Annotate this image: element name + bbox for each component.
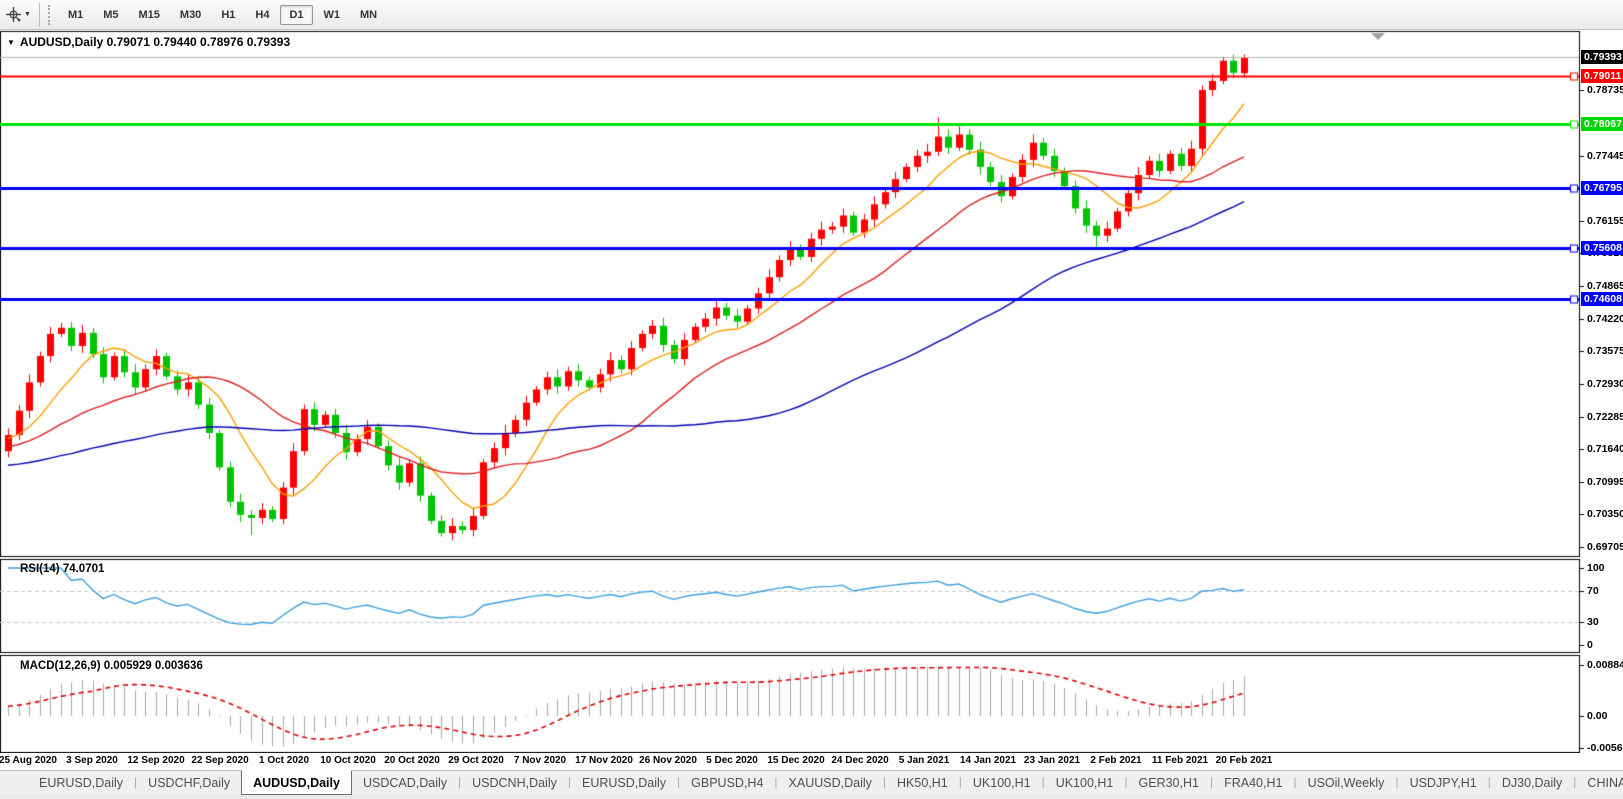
date-axis-label: 14 Jan 2021	[960, 755, 1016, 766]
rsi-axis-tick: 30	[1587, 615, 1599, 629]
crosshair-tool-icon[interactable]	[3, 5, 23, 25]
timeframe-button-m1[interactable]: M1	[59, 5, 92, 25]
chart-tab-fra40-h1[interactable]: FRA40,H1	[1213, 771, 1293, 795]
date-axis-label: 7 Nov 2020	[514, 755, 566, 766]
timeframe-button-m30[interactable]: M30	[171, 5, 210, 25]
chart-collapse-icon[interactable]: ▼	[7, 38, 15, 47]
date-axis: 25 Aug 2020 3 Sep 2020 12 Sep 2020 22 Sep 2…	[0, 753, 1623, 770]
chart-tab-audusd-daily[interactable]: AUDUSD,Daily	[241, 770, 352, 795]
date-axis-label: 10 Oct 2020	[320, 755, 376, 766]
rsi-axis-tick: 100	[1587, 561, 1605, 575]
date-axis-label: 5 Dec 2020	[706, 755, 758, 766]
chart-tab-usdchf-daily[interactable]: USDCHF,Daily	[137, 771, 241, 795]
timeframe-button-h4[interactable]: H4	[246, 5, 278, 25]
date-axis-label: 26 Nov 2020	[639, 755, 697, 766]
price-axis-tick: 0.74220	[1587, 312, 1623, 326]
price-axis-tick: 0.72285	[1587, 410, 1623, 424]
chart-tab-uk100-h1[interactable]: UK100,H1	[1045, 771, 1125, 795]
timeframe-button-m5[interactable]: M5	[94, 5, 127, 25]
macd-label: MACD(12,26,9) 0.005929 0.003636	[20, 660, 203, 672]
timeframe-button-m15[interactable]: M15	[130, 5, 169, 25]
price-axis-tick: 0.76155	[1587, 214, 1623, 228]
timeframe-button-w1[interactable]: W1	[315, 5, 350, 25]
price-chart-canvas[interactable]	[0, 30, 1623, 753]
chart-tab-eurusd-daily[interactable]: EURUSD,Daily	[571, 771, 677, 795]
tool-dropdown-caret-icon[interactable]: ▼	[24, 11, 31, 18]
toolbar-separator	[39, 3, 40, 27]
price-axis-tick: 0.72930	[1587, 377, 1623, 391]
timeframe-button-h1[interactable]: H1	[212, 5, 244, 25]
chart-tab-eurusd-daily[interactable]: EURUSD,Daily	[28, 771, 134, 795]
rsi-axis-tick: 0	[1587, 638, 1593, 652]
chart-tab-usdjpy-h1[interactable]: USDJPY,H1	[1399, 771, 1488, 795]
date-axis-label: 22 Sep 2020	[191, 755, 248, 766]
date-axis-label: 24 Dec 2020	[831, 755, 888, 766]
rsi-label: RSI(14) 74.0701	[20, 563, 104, 575]
toolbar-grip[interactable]	[48, 5, 50, 25]
date-axis-label: 1 Oct 2020	[259, 755, 309, 766]
price-axis-tick: 0.70995	[1587, 475, 1623, 489]
chart-tab-usdcad-daily[interactable]: USDCAD,Daily	[352, 771, 458, 795]
price-line-badge: 0.78067	[1581, 117, 1623, 131]
macd-axis-tick: 0.00	[1587, 709, 1607, 723]
timeframe-button-mn[interactable]: MN	[351, 5, 386, 25]
chart-tab-usdcnh-daily[interactable]: USDCNH,Daily	[461, 771, 568, 795]
chart-title: ▼ AUDUSD,Daily 0.79071 0.79440 0.78976 0.…	[7, 35, 290, 49]
date-axis-label: 11 Feb 2021	[1152, 755, 1208, 766]
price-line-badge: 0.79393	[1581, 50, 1623, 64]
date-axis-label: 20 Oct 2020	[384, 755, 440, 766]
price-axis-tick: 0.69705	[1587, 540, 1623, 554]
price-line-badge: 0.79011	[1581, 69, 1623, 83]
chart-tab-china300-h1[interactable]: CHINA300,H1	[1576, 771, 1623, 795]
chart-area: ▼ AUDUSD,Daily 0.79071 0.79440 0.78976 0.…	[0, 30, 1623, 753]
date-axis-label: 15 Dec 2020	[767, 755, 824, 766]
chart-tab-bar: EURUSD,Daily|USDCHF,DailyAUDUSD,DailyUSD…	[0, 770, 1623, 795]
price-line-badge: 0.76795	[1581, 181, 1623, 195]
chart-tab-ger30-h1[interactable]: GER30,H1	[1128, 771, 1210, 795]
date-axis-label: 25 Aug 2020	[0, 755, 57, 766]
date-axis-label: 5 Jan 2021	[899, 755, 950, 766]
chart-tab-uk100-h1[interactable]: UK100,H1	[962, 771, 1042, 795]
date-axis-label: 23 Jan 2021	[1024, 755, 1080, 766]
timeframe-button-d1[interactable]: D1	[280, 5, 312, 25]
chart-tab-dj30-daily[interactable]: DJ30,Daily	[1491, 771, 1573, 795]
chart-tab-xauusd-daily[interactable]: XAUUSD,Daily	[778, 771, 883, 795]
date-axis-label: 17 Nov 2020	[575, 755, 633, 766]
price-axis-tick: 0.70350	[1587, 507, 1623, 521]
bottom-strip	[0, 795, 1623, 799]
rsi-axis-tick: 70	[1587, 584, 1599, 598]
date-axis-label: 3 Sep 2020	[66, 755, 118, 766]
price-axis-tick: 0.71640	[1587, 442, 1623, 456]
price-axis-tick: 0.78735	[1587, 83, 1623, 97]
price-axis-tick: 0.77445	[1587, 149, 1623, 163]
date-axis-label: 20 Feb 2021	[1216, 755, 1273, 766]
date-axis-label: 29 Oct 2020	[448, 755, 504, 766]
macd-axis-tick: 0.00884	[1587, 658, 1623, 672]
date-axis-label: 12 Sep 2020	[127, 755, 184, 766]
date-axis-label: 2 Feb 2021	[1090, 755, 1141, 766]
chart-tab-usoil-weekly[interactable]: USOil,Weekly	[1297, 771, 1396, 795]
toolbar: ▼ M1M5M15M30H1H4D1W1MN	[0, 0, 1623, 30]
chart-title-text: AUDUSD,Daily 0.79071 0.79440 0.78976 0.7…	[20, 35, 290, 49]
chart-tab-hk50-h1[interactable]: HK50,H1	[886, 771, 959, 795]
chart-tab-gbpusd-h4[interactable]: GBPUSD,H4	[680, 771, 774, 795]
price-line-badge: 0.74608	[1581, 292, 1623, 306]
price-axis-tick: 0.73575	[1587, 344, 1623, 358]
price-line-badge: 0.75608	[1581, 241, 1623, 255]
mt4-window: ▼ M1M5M15M30H1H4D1W1MN ▼ AUDUSD,Daily 0.7…	[0, 0, 1623, 799]
price-axis-tick: 0.74865	[1587, 279, 1623, 293]
timeframe-buttons: M1M5M15M30H1H4D1W1MN	[58, 5, 387, 25]
